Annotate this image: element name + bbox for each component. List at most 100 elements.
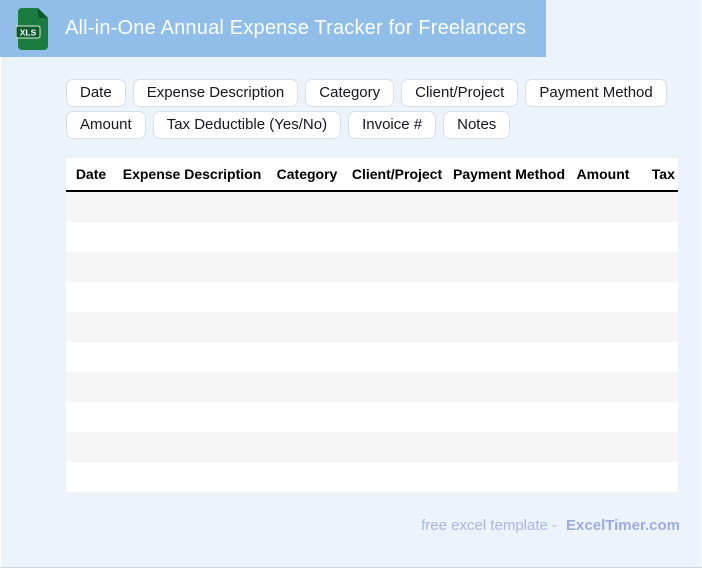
table-cell — [636, 462, 678, 492]
table-row — [66, 342, 678, 372]
table-cell — [570, 342, 636, 372]
table-cell — [116, 342, 268, 372]
table-cell — [346, 372, 448, 402]
column-chip[interactable]: Amount — [66, 111, 146, 139]
table-cell — [448, 372, 570, 402]
table-cell — [66, 312, 116, 342]
table-cell — [66, 222, 116, 252]
table-cell — [346, 432, 448, 462]
table-cell — [268, 432, 346, 462]
table-cell — [116, 252, 268, 282]
table-cell — [570, 312, 636, 342]
table-cell — [570, 462, 636, 492]
table-header-row: Date Expense Description Category Client/Pr… — [66, 158, 678, 192]
column-chip[interactable]: Tax Deductible (Yes/No) — [152, 111, 342, 139]
column-header: Amount — [570, 158, 636, 192]
column-chip[interactable]: Date — [66, 79, 126, 107]
table-cell — [570, 222, 636, 252]
table-cell — [346, 402, 448, 432]
table-cell — [116, 222, 268, 252]
table-cell — [448, 191, 570, 222]
table-cell — [570, 402, 636, 432]
table-cell — [636, 402, 678, 432]
table-cell — [116, 402, 268, 432]
table-cell — [636, 282, 678, 312]
table-cell — [268, 222, 346, 252]
table-row — [66, 191, 678, 222]
table-cell — [268, 312, 346, 342]
table-cell — [448, 282, 570, 312]
table-cell — [636, 432, 678, 462]
table-cell — [268, 342, 346, 372]
table-cell — [66, 282, 116, 312]
column-chip[interactable]: Category — [305, 79, 395, 107]
table-cell — [268, 282, 346, 312]
column-header: Payment Method — [448, 158, 570, 192]
table-cell — [268, 191, 346, 222]
table-body — [66, 191, 678, 492]
table-cell — [570, 372, 636, 402]
column-chip[interactable]: Notes — [443, 111, 511, 139]
xls-icon-label: XLS — [20, 27, 37, 37]
table-cell — [268, 462, 346, 492]
table-cell — [570, 432, 636, 462]
table-cell — [636, 372, 678, 402]
table-cell — [346, 222, 448, 252]
table-cell — [66, 342, 116, 372]
table-cell — [66, 432, 116, 462]
table-cell — [448, 462, 570, 492]
table-cell — [66, 372, 116, 402]
table-cell — [116, 462, 268, 492]
table-cell — [346, 312, 448, 342]
page: XLS All-in-One Annual Expense Tracker fo… — [0, 0, 702, 568]
table-row — [66, 222, 678, 252]
table-cell — [570, 282, 636, 312]
column-chip[interactable]: Expense Description — [132, 79, 299, 107]
column-header: Client/Project — [346, 158, 448, 192]
column-chip[interactable]: Client/Project — [401, 79, 519, 107]
table-cell — [116, 372, 268, 402]
column-header: Date — [66, 158, 116, 192]
table-cell — [346, 282, 448, 312]
page-title: All-in-One Annual Expense Tracker for Fr… — [65, 17, 527, 39]
table-row — [66, 432, 678, 462]
table-cell — [66, 402, 116, 432]
table-cell — [346, 342, 448, 372]
table-cell — [116, 312, 268, 342]
column-header: Tax Deductible (Yes/No) — [636, 158, 678, 192]
xls-file-icon: XLS — [16, 7, 49, 50]
table-cell — [116, 191, 268, 222]
table-cell — [116, 432, 268, 462]
expense-table-container: Date Expense Description Category Client/Pr… — [66, 158, 678, 492]
table-cell — [448, 432, 570, 462]
column-chip[interactable]: Invoice # — [348, 111, 437, 139]
table-cell — [66, 191, 116, 222]
table-row — [66, 462, 678, 492]
footer-brand-link[interactable]: ExcelTimer.com — [566, 517, 680, 534]
table-cell — [448, 342, 570, 372]
footer: free excel template - ExcelTimer.com — [421, 517, 680, 534]
table-cell — [448, 312, 570, 342]
table-cell — [66, 462, 116, 492]
table-row — [66, 282, 678, 312]
table-cell — [570, 252, 636, 282]
expense-table: Date Expense Description Category Client/Pr… — [66, 158, 678, 492]
table-cell — [268, 402, 346, 432]
table-cell — [636, 191, 678, 222]
table-cell — [448, 402, 570, 432]
column-header: Category — [268, 158, 346, 192]
table-cell — [346, 191, 448, 222]
table-cell — [636, 342, 678, 372]
table-row — [66, 402, 678, 432]
table-cell — [268, 372, 346, 402]
table-cell — [448, 222, 570, 252]
table-cell — [636, 222, 678, 252]
table-cell — [346, 252, 448, 282]
table-row — [66, 372, 678, 402]
column-chip[interactable]: Payment Method — [525, 79, 667, 107]
table-cell — [636, 252, 678, 282]
table-cell — [448, 252, 570, 282]
column-header: Expense Description — [116, 158, 268, 192]
table-row — [66, 252, 678, 282]
table-cell — [346, 462, 448, 492]
